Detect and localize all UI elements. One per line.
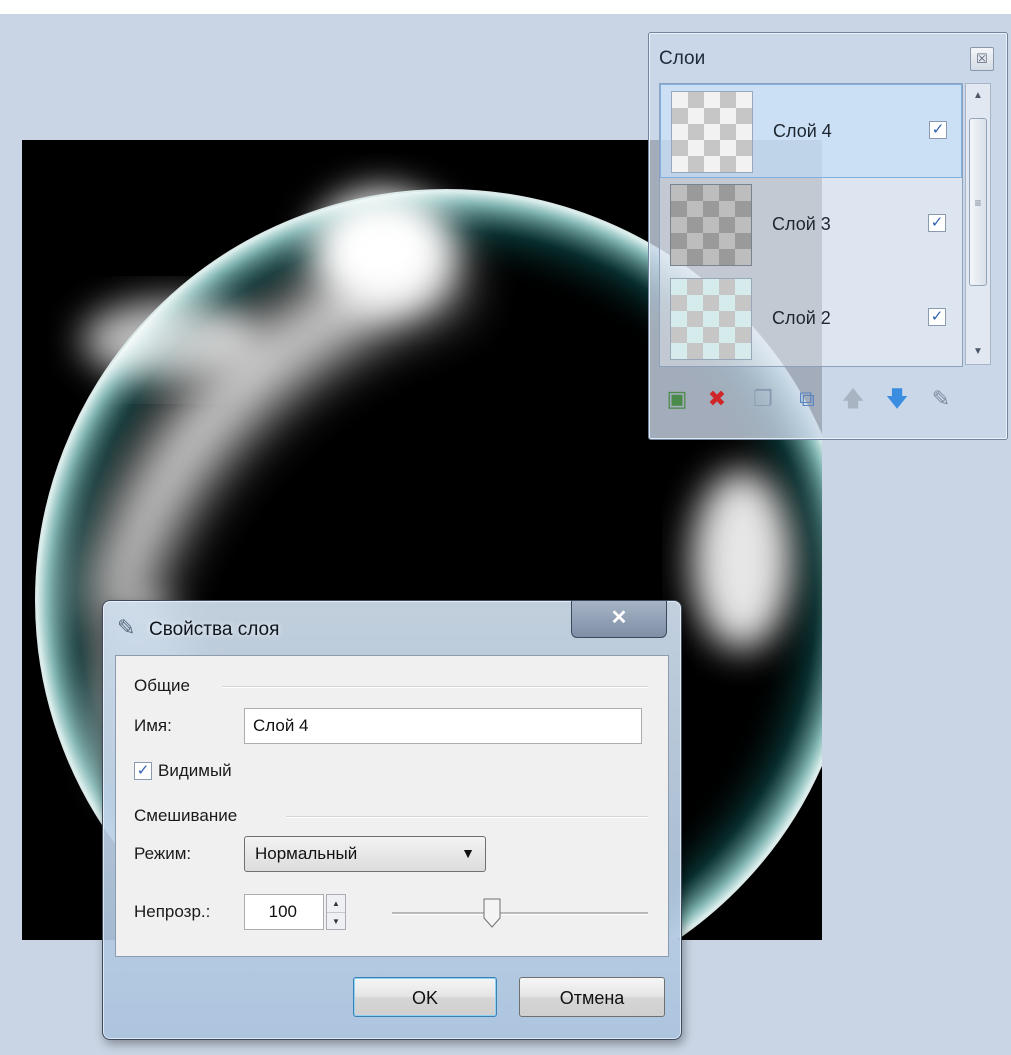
layers-scrollbar[interactable]: ▲ ≡ ▼: [965, 83, 991, 365]
opacity-field[interactable]: [244, 894, 324, 930]
group-divider: [286, 816, 648, 818]
layer-row-2[interactable]: Слой 2 ✓: [660, 272, 962, 366]
layer-properties-icon[interactable]: ✎: [927, 385, 955, 413]
layers-panel: Слои ☒ Слой 4 ✓ Слой 3 ✓ Слой 2 ✓ ▲ ≡ ▼ …: [648, 32, 1008, 440]
close-icon: ✕: [610, 607, 628, 629]
delete-layer-icon[interactable]: ✖: [703, 385, 731, 413]
layer-properties-dialog: ✎ Свойства слоя ✕ Общие Имя: ✓ Видимый С…: [102, 600, 682, 1040]
scroll-thumb[interactable]: ≡: [969, 118, 987, 286]
scroll-down-arrow-icon[interactable]: ▼: [966, 342, 990, 362]
merge-layer-down-icon[interactable]: ⧉: [793, 385, 821, 413]
layer-name: Слой 4: [773, 121, 832, 141]
spin-down-icon[interactable]: ▼: [327, 913, 345, 930]
cancel-button[interactable]: Отмена: [519, 977, 665, 1017]
layer-visibility-checkbox[interactable]: ✓: [929, 121, 947, 139]
opacity-label: Непрозр.:: [134, 902, 211, 921]
name-label: Имя:: [134, 716, 172, 735]
close-icon: ☒: [976, 51, 988, 66]
properties-icon: ✎: [117, 615, 136, 640]
layer-thumbnail: [670, 278, 752, 360]
visible-checkbox[interactable]: ✓: [134, 762, 152, 780]
add-layer-icon[interactable]: ▣: [663, 385, 691, 413]
dialog-close-button[interactable]: ✕: [571, 601, 667, 638]
layer-thumbnail: [671, 91, 753, 173]
spin-up-icon[interactable]: ▲: [327, 895, 345, 913]
opacity-spinner[interactable]: ▲ ▼: [326, 894, 346, 930]
layer-thumbnail: [670, 184, 752, 266]
visible-label[interactable]: Видимый: [158, 761, 232, 781]
duplicate-layer-icon[interactable]: ❐: [749, 385, 777, 413]
mode-label: Режим:: [134, 844, 192, 863]
layer-visibility-checkbox[interactable]: ✓: [928, 308, 946, 326]
layer-visibility-checkbox[interactable]: ✓: [928, 214, 946, 232]
layers-panel-title: Слои: [659, 48, 706, 69]
chevron-down-icon: ▼: [461, 845, 475, 861]
layers-toolbar: ▣ ✖ ❐ ⧉ 🡅 🡇 ✎: [663, 385, 993, 415]
general-group-label: Общие: [134, 676, 190, 695]
ok-button[interactable]: OK: [353, 977, 497, 1017]
blend-mode-value: Нормальный: [255, 844, 358, 863]
dialog-title: Свойства слоя: [149, 619, 280, 640]
background-strip: [0, 0, 1011, 14]
move-layer-up-icon[interactable]: 🡅: [839, 385, 867, 413]
opacity-slider[interactable]: [392, 896, 648, 930]
slider-track: [392, 912, 648, 915]
layers-list[interactable]: Слой 4 ✓ Слой 3 ✓ Слой 2 ✓: [659, 83, 963, 367]
blending-group-label: Смешивание: [134, 806, 238, 825]
scroll-up-arrow-icon[interactable]: ▲: [966, 86, 990, 106]
layer-name: Слой 2: [772, 308, 831, 328]
layer-row-4[interactable]: Слой 4 ✓: [660, 84, 962, 178]
layers-panel-close-button[interactable]: ☒: [970, 47, 994, 71]
layer-row-3[interactable]: Слой 3 ✓: [660, 178, 962, 272]
slider-thumb[interactable]: [483, 898, 501, 928]
name-field[interactable]: [244, 708, 642, 744]
blend-mode-select[interactable]: Нормальный ▼: [244, 836, 486, 872]
dialog-body: Общие Имя: ✓ Видимый Смешивание Режим: Н…: [115, 655, 669, 957]
layer-name: Слой 3: [772, 214, 831, 234]
move-layer-down-icon[interactable]: 🡇: [883, 385, 911, 413]
group-divider: [222, 686, 648, 688]
